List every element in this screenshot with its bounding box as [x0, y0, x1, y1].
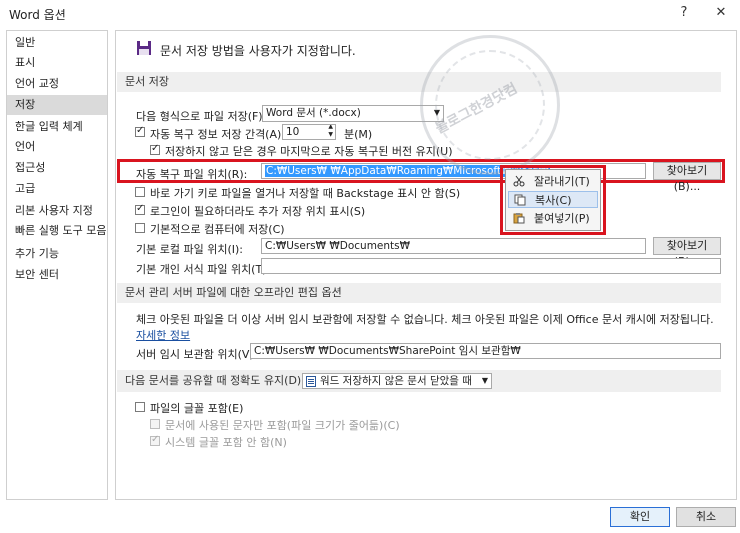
sidebar-item-proofing[interactable]: 언어 교정: [7, 74, 107, 94]
default-local-label: 기본 로컬 파일 위치(I):: [136, 243, 243, 256]
save-format-value: Word 문서 (*.docx): [266, 107, 361, 119]
options-sidebar: 일반 표시 언어 교정 저장 한글 입력 체계 언어 접근성 고급 리본 사용자…: [6, 30, 108, 500]
context-menu-cut[interactable]: 잘라내기(T): [508, 173, 598, 190]
server-drafts-input[interactable]: C:₩Users₩ ₩Documents₩SharePoint 임시 보관함₩: [250, 343, 721, 359]
embed-fonts-checkbox[interactable]: [135, 402, 145, 412]
ok-button[interactable]: 확인: [610, 507, 670, 527]
context-menu-copy-label: 복사(C): [535, 194, 572, 207]
fidelity-label: 다음 문서를 공유할 때 정확도 유지(D):: [125, 374, 305, 387]
check-icon: ✓: [151, 434, 160, 445]
sidebar-item-advanced[interactable]: 고급: [7, 179, 107, 199]
page-heading: 문서 저장 방법을 사용자가 지정합니다.: [160, 44, 356, 58]
more-info-link[interactable]: 자세한 정보: [136, 327, 190, 343]
sidebar-item-trust-center[interactable]: 보안 센터: [7, 265, 107, 285]
watermark-seal: 블로그한경닷컴: [420, 35, 560, 175]
chevron-down-icon: ▼: [481, 376, 488, 385]
save-format-dropdown[interactable]: Word 문서 (*.docx) ▼: [262, 105, 444, 122]
spinner-icon[interactable]: ▲ ▼: [328, 125, 333, 139]
section-header-offline: 문서 관리 서버 파일에 대한 오프라인 편집 옵션: [117, 283, 721, 303]
paste-icon: [513, 212, 525, 224]
context-menu: 잘라내기(T) 복사(C) 붙여넣기(P): [505, 169, 601, 231]
minutes-label: 분(M): [344, 128, 373, 141]
autorecover-checkbox[interactable]: ✓: [135, 125, 145, 137]
context-menu-cut-label: 잘라내기(T): [534, 175, 590, 188]
sidebar-item-korean-input[interactable]: 한글 입력 체계: [7, 117, 107, 137]
default-local-input[interactable]: C:₩Users₩ ₩Documents₩: [261, 238, 646, 254]
server-drafts-value: C:₩Users₩ ₩Documents₩SharePoint 임시 보관함₩: [254, 345, 521, 357]
check-icon: ✓: [136, 125, 145, 136]
autorecover-minutes-value: 10: [286, 126, 300, 138]
autorecover-label: 자동 복구 정보 저장 간격(A):: [150, 128, 285, 141]
sidebar-item-add-ins[interactable]: 추가 기능: [7, 244, 107, 264]
embed-used-chars-checkbox[interactable]: [150, 419, 160, 429]
keep-last-version-label: 저장하지 않고 닫은 경우 마지막으로 자동 복구된 버전 유지(U): [165, 145, 453, 158]
server-drafts-label: 서버 임시 보관함 위치(V):: [136, 348, 258, 361]
default-local-value: C:₩Users₩ ₩Documents₩: [265, 240, 411, 252]
sidebar-item-quick-access-toolbar[interactable]: 빠른 실행 도구 모음: [7, 221, 107, 241]
title-bar: Word 옵션 ? ✕: [0, 0, 740, 26]
sidebar-item-accessibility[interactable]: 접근성: [7, 158, 107, 178]
context-menu-copy[interactable]: 복사(C): [508, 191, 598, 208]
context-menu-paste[interactable]: 붙여넣기(P): [508, 210, 598, 227]
save-to-computer-checkbox[interactable]: [135, 223, 145, 233]
extra-locations-label: 로그인이 필요하더라도 추가 저장 위치 표시(S): [150, 205, 366, 218]
browse-default-local-button[interactable]: 찾아보기(B)...: [653, 237, 721, 268]
copy-icon: [514, 194, 526, 206]
cancel-button[interactable]: 취소: [676, 507, 736, 527]
no-system-fonts-label: 시스템 글꼴 포함 안 함(N): [165, 436, 287, 449]
keep-last-version-checkbox[interactable]: ✓: [150, 143, 160, 155]
save-format-label: 다음 형식으로 파일 저장(F):: [136, 110, 267, 123]
extra-locations-checkbox[interactable]: ✓: [135, 203, 145, 215]
fidelity-document-value: 워드 저장하지 않은 문서 닫았을 때: [320, 375, 472, 387]
embed-used-chars-label: 문서에 사용된 문자만 포함(파일 크기가 줄어듦)(C): [165, 419, 400, 432]
embed-fonts-label: 파일의 글꼴 포함(E): [150, 402, 244, 415]
backstage-label: 바로 가기 키로 파일을 열거나 저장할 때 Backstage 표시 안 함(…: [150, 187, 461, 200]
sidebar-item-save[interactable]: 저장: [7, 95, 107, 115]
autorecover-minutes-input[interactable]: 10 ▲ ▼: [282, 124, 336, 140]
help-button[interactable]: ?: [672, 4, 696, 22]
personal-templates-label: 기본 개인 서식 파일 위치(T):: [136, 263, 271, 276]
backstage-checkbox[interactable]: [135, 187, 145, 197]
save-to-computer-label: 기본적으로 컴퓨터에 저장(C): [150, 223, 285, 236]
check-icon: ✓: [151, 143, 160, 154]
no-system-fonts-checkbox[interactable]: ✓: [150, 434, 160, 446]
sidebar-item-language[interactable]: 언어: [7, 137, 107, 157]
context-menu-paste-label: 붙여넣기(P): [534, 212, 590, 225]
word-document-icon: [306, 376, 316, 387]
personal-templates-input[interactable]: [261, 258, 721, 274]
fidelity-document-dropdown[interactable]: 워드 저장하지 않은 문서 닫았을 때 ▼: [302, 373, 492, 389]
scissors-icon: [513, 175, 525, 187]
window-title: Word 옵션: [9, 8, 66, 22]
sidebar-item-display[interactable]: 표시: [7, 53, 107, 73]
check-icon: ✓: [136, 203, 145, 214]
sidebar-item-general[interactable]: 일반: [7, 33, 107, 53]
section-header-save: 문서 저장: [117, 72, 721, 92]
autorecover-path-label: 자동 복구 파일 위치(R):: [136, 168, 248, 181]
browse-autorecover-button[interactable]: 찾아보기(B)...: [653, 162, 721, 193]
save-disk-icon: [136, 40, 152, 56]
sidebar-item-customize-ribbon[interactable]: 리본 사용자 지정: [7, 201, 107, 221]
offline-description: 체크 아웃된 파일을 더 이상 서버 임시 보관함에 저장할 수 없습니다. 체…: [136, 313, 714, 326]
close-button[interactable]: ✕: [709, 4, 733, 22]
